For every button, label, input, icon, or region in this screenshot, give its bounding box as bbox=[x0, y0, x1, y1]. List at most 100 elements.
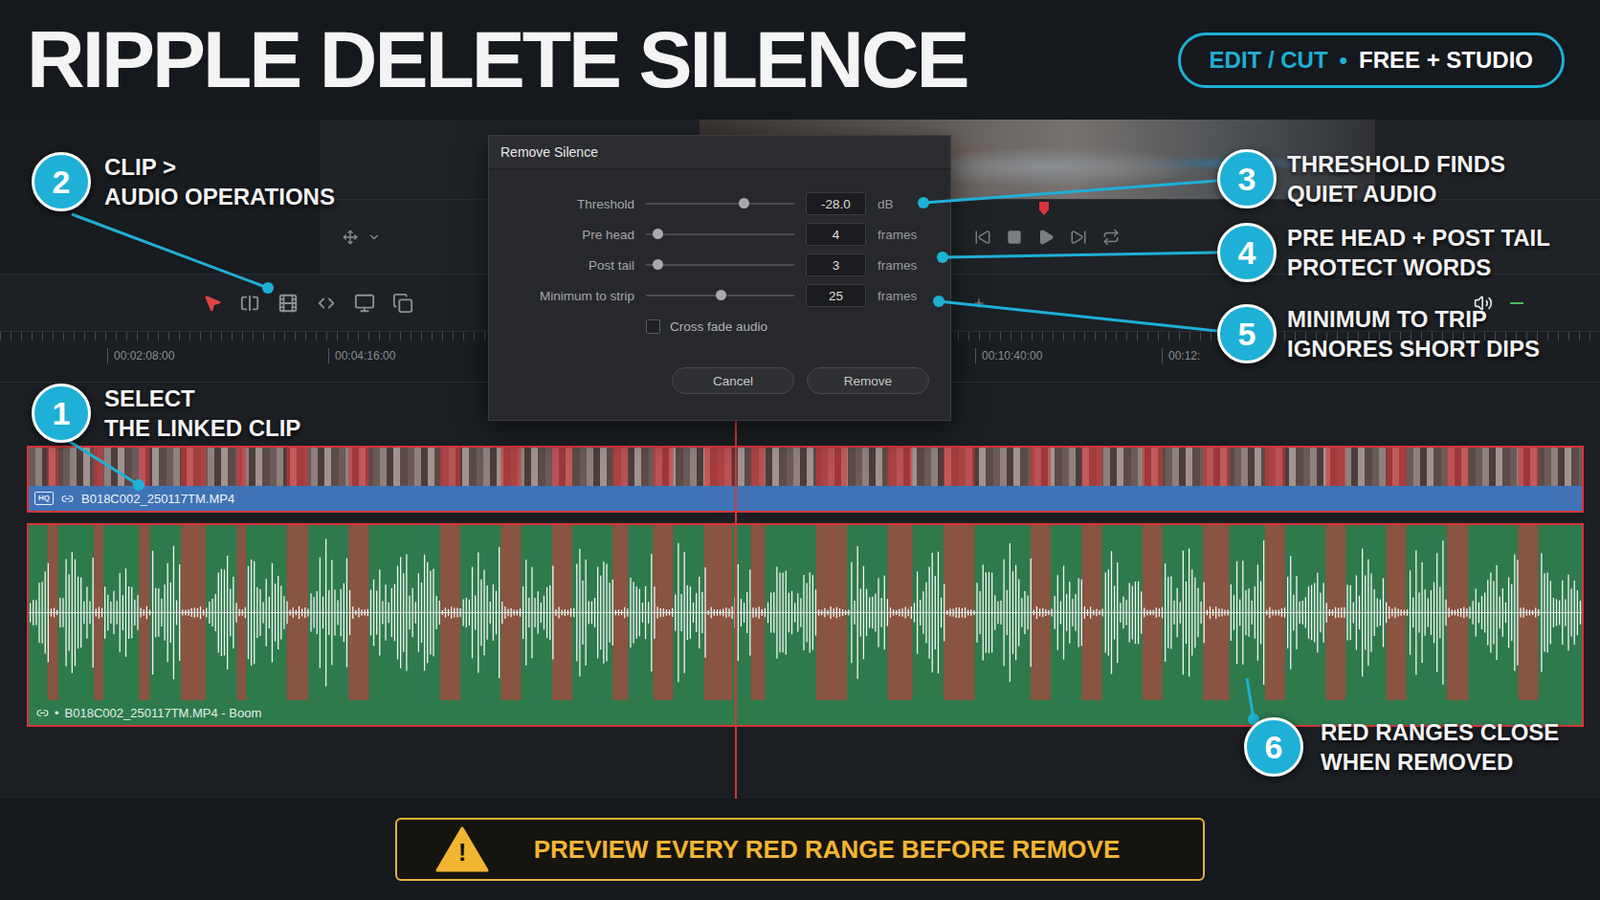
video-silence-range bbox=[751, 447, 766, 487]
audio-marker: • bbox=[54, 706, 60, 721]
scrubber-marker[interactable] bbox=[1039, 201, 1049, 216]
callout-text: THRESHOLD FINDSQUIET AUDIO bbox=[1287, 149, 1506, 209]
dialog-button[interactable]: Cancel bbox=[671, 367, 795, 395]
video-silence-overlay bbox=[28, 447, 1582, 487]
video-silence-range bbox=[704, 447, 733, 487]
play-icon[interactable] bbox=[1037, 228, 1055, 246]
badge-edition: FREE + STUDIO bbox=[1358, 46, 1534, 74]
crossfade-option[interactable]: Cross fade audio bbox=[645, 312, 951, 340]
field-slider[interactable] bbox=[645, 264, 795, 267]
video-silence-range bbox=[236, 447, 246, 487]
leader-line bbox=[1246, 678, 1260, 726]
selection-pointer-icon[interactable] bbox=[202, 293, 223, 313]
value-field[interactable]: -28.0 bbox=[805, 192, 867, 216]
callout: 1SELECTTHE LINKED CLIP bbox=[31, 383, 301, 444]
title: RIPPLE DELETE SILENCE bbox=[26, 15, 968, 104]
dropdown-icon[interactable] bbox=[367, 230, 381, 245]
video-silence-range bbox=[612, 447, 628, 487]
video-silence-range bbox=[348, 447, 369, 487]
field-slider[interactable] bbox=[645, 202, 795, 205]
callout: 3THRESHOLD FINDSQUIET AUDIO bbox=[1217, 149, 1506, 209]
value-field[interactable]: 3 bbox=[805, 253, 867, 277]
callout: 2CLIP >AUDIO OPERATIONS bbox=[31, 152, 335, 212]
clip-thumbnails bbox=[28, 447, 1582, 487]
callout: 4PRE HEAD + POST TAILPROTECT WORDS bbox=[1217, 222, 1551, 283]
callout-line: RED RANGES CLOSE bbox=[1320, 717, 1559, 748]
overwrite-icon[interactable] bbox=[392, 292, 414, 314]
leader-line bbox=[936, 251, 1218, 264]
warning-mark: ! bbox=[435, 840, 489, 866]
callout-text: CLIP >AUDIO OPERATIONS bbox=[104, 152, 335, 212]
callout-number: 6 bbox=[1244, 717, 1304, 778]
video-silence-range bbox=[93, 447, 104, 487]
skip-forward-icon[interactable] bbox=[1069, 228, 1088, 246]
callout-number: 2 bbox=[31, 152, 91, 212]
callout-text: SELECTTHE LINKED CLIP bbox=[104, 383, 301, 444]
callout-line: MINIMUM TO TRIP bbox=[1287, 304, 1540, 334]
callout-number: 5 bbox=[1217, 304, 1277, 364]
timecode: 00:10:40:00 bbox=[975, 348, 1043, 364]
video-silence-range bbox=[652, 447, 673, 487]
video-silence-range bbox=[46, 447, 58, 487]
value-field[interactable]: 25 bbox=[805, 284, 867, 308]
timecode: 00:12: bbox=[1161, 348, 1200, 364]
skip-back-icon[interactable] bbox=[974, 228, 992, 246]
link-icon bbox=[61, 492, 74, 506]
slider-knob[interactable] bbox=[715, 289, 727, 301]
callout-line: PRE HEAD + POST TAIL bbox=[1287, 222, 1551, 253]
dialog-title: Remove Silence bbox=[488, 135, 951, 170]
video-silence-range bbox=[1142, 447, 1163, 487]
hq-badge: HQ bbox=[34, 491, 54, 506]
field-slider[interactable] bbox=[645, 294, 795, 297]
slider-knob[interactable] bbox=[652, 228, 664, 240]
stop-icon[interactable] bbox=[1006, 229, 1023, 245]
field-label: Pre head bbox=[488, 227, 635, 243]
video-silence-range bbox=[888, 447, 913, 487]
callout-text: MINIMUM TO TRIPIGNORES SHORT DIPS bbox=[1287, 304, 1540, 364]
callout-line: AUDIO OPERATIONS bbox=[104, 181, 335, 212]
field-slider[interactable] bbox=[645, 233, 795, 236]
callout-line: QUIET AUDIO bbox=[1287, 178, 1506, 209]
callout-text: RED RANGES CLOSEWHEN REMOVED bbox=[1320, 717, 1559, 778]
video-silence-range bbox=[1517, 447, 1538, 487]
video-silence-range bbox=[552, 447, 573, 487]
leader-dot bbox=[262, 282, 274, 294]
leader-line bbox=[71, 214, 274, 294]
insert-icon[interactable] bbox=[354, 292, 376, 314]
field-label: Threshold bbox=[488, 197, 635, 212]
zoom-in-icon[interactable] bbox=[972, 296, 986, 311]
callout-number: 1 bbox=[31, 383, 91, 444]
unit-label: frames bbox=[877, 258, 951, 273]
value-field[interactable]: 4 bbox=[805, 222, 867, 246]
leader-dot bbox=[933, 295, 945, 308]
video-silence-range bbox=[138, 447, 150, 487]
callout: 6 RED RANGES CLOSEWHEN REMOVED bbox=[1244, 717, 1559, 778]
link-icon bbox=[36, 707, 49, 720]
footer: !PREVIEW EVERY RED RANGE BEFORE REMOVE bbox=[0, 799, 1600, 900]
warning-text: PREVIEW EVERY RED RANGE BEFORE REMOVE bbox=[488, 835, 1165, 866]
callout-line: THE LINKED CLIP bbox=[104, 413, 301, 444]
playhead[interactable] bbox=[734, 415, 737, 800]
leader-dot bbox=[936, 251, 949, 264]
dialog-fields: Threshold-28.0dBPre head4framesPost tail… bbox=[488, 169, 951, 342]
clip-icon[interactable] bbox=[277, 292, 299, 314]
trim-icon[interactable] bbox=[239, 292, 261, 314]
loop-icon[interactable] bbox=[1102, 228, 1120, 246]
transform-icon[interactable] bbox=[342, 229, 358, 245]
video-silence-range bbox=[943, 447, 975, 487]
slider-knob[interactable] bbox=[652, 259, 664, 270]
crossfade-checkbox[interactable] bbox=[645, 319, 661, 334]
video-clip[interactable]: HQ B018C002_250117TM.MP4 bbox=[26, 445, 1584, 513]
clip-name: B018C002_250117TM.MP4 bbox=[81, 491, 235, 507]
video-silence-range bbox=[500, 447, 521, 487]
dynamic-trim-icon[interactable] bbox=[315, 292, 337, 314]
audio-clip[interactable]: •B018C002_250117TM.MP4 - Boom bbox=[26, 523, 1584, 728]
dialog-button[interactable]: Remove bbox=[806, 367, 930, 395]
slider-knob[interactable] bbox=[738, 198, 750, 209]
video-silence-range bbox=[1446, 447, 1469, 487]
callout-line: SELECT bbox=[104, 383, 301, 414]
tutorial-frame: RIPPLE DELETE SILENCEEDIT / CUT•FREE + S… bbox=[0, 0, 1600, 900]
unit-label: dB bbox=[877, 197, 951, 212]
video-silence-range bbox=[180, 447, 206, 487]
field-label: Minimum to strip bbox=[488, 288, 635, 304]
